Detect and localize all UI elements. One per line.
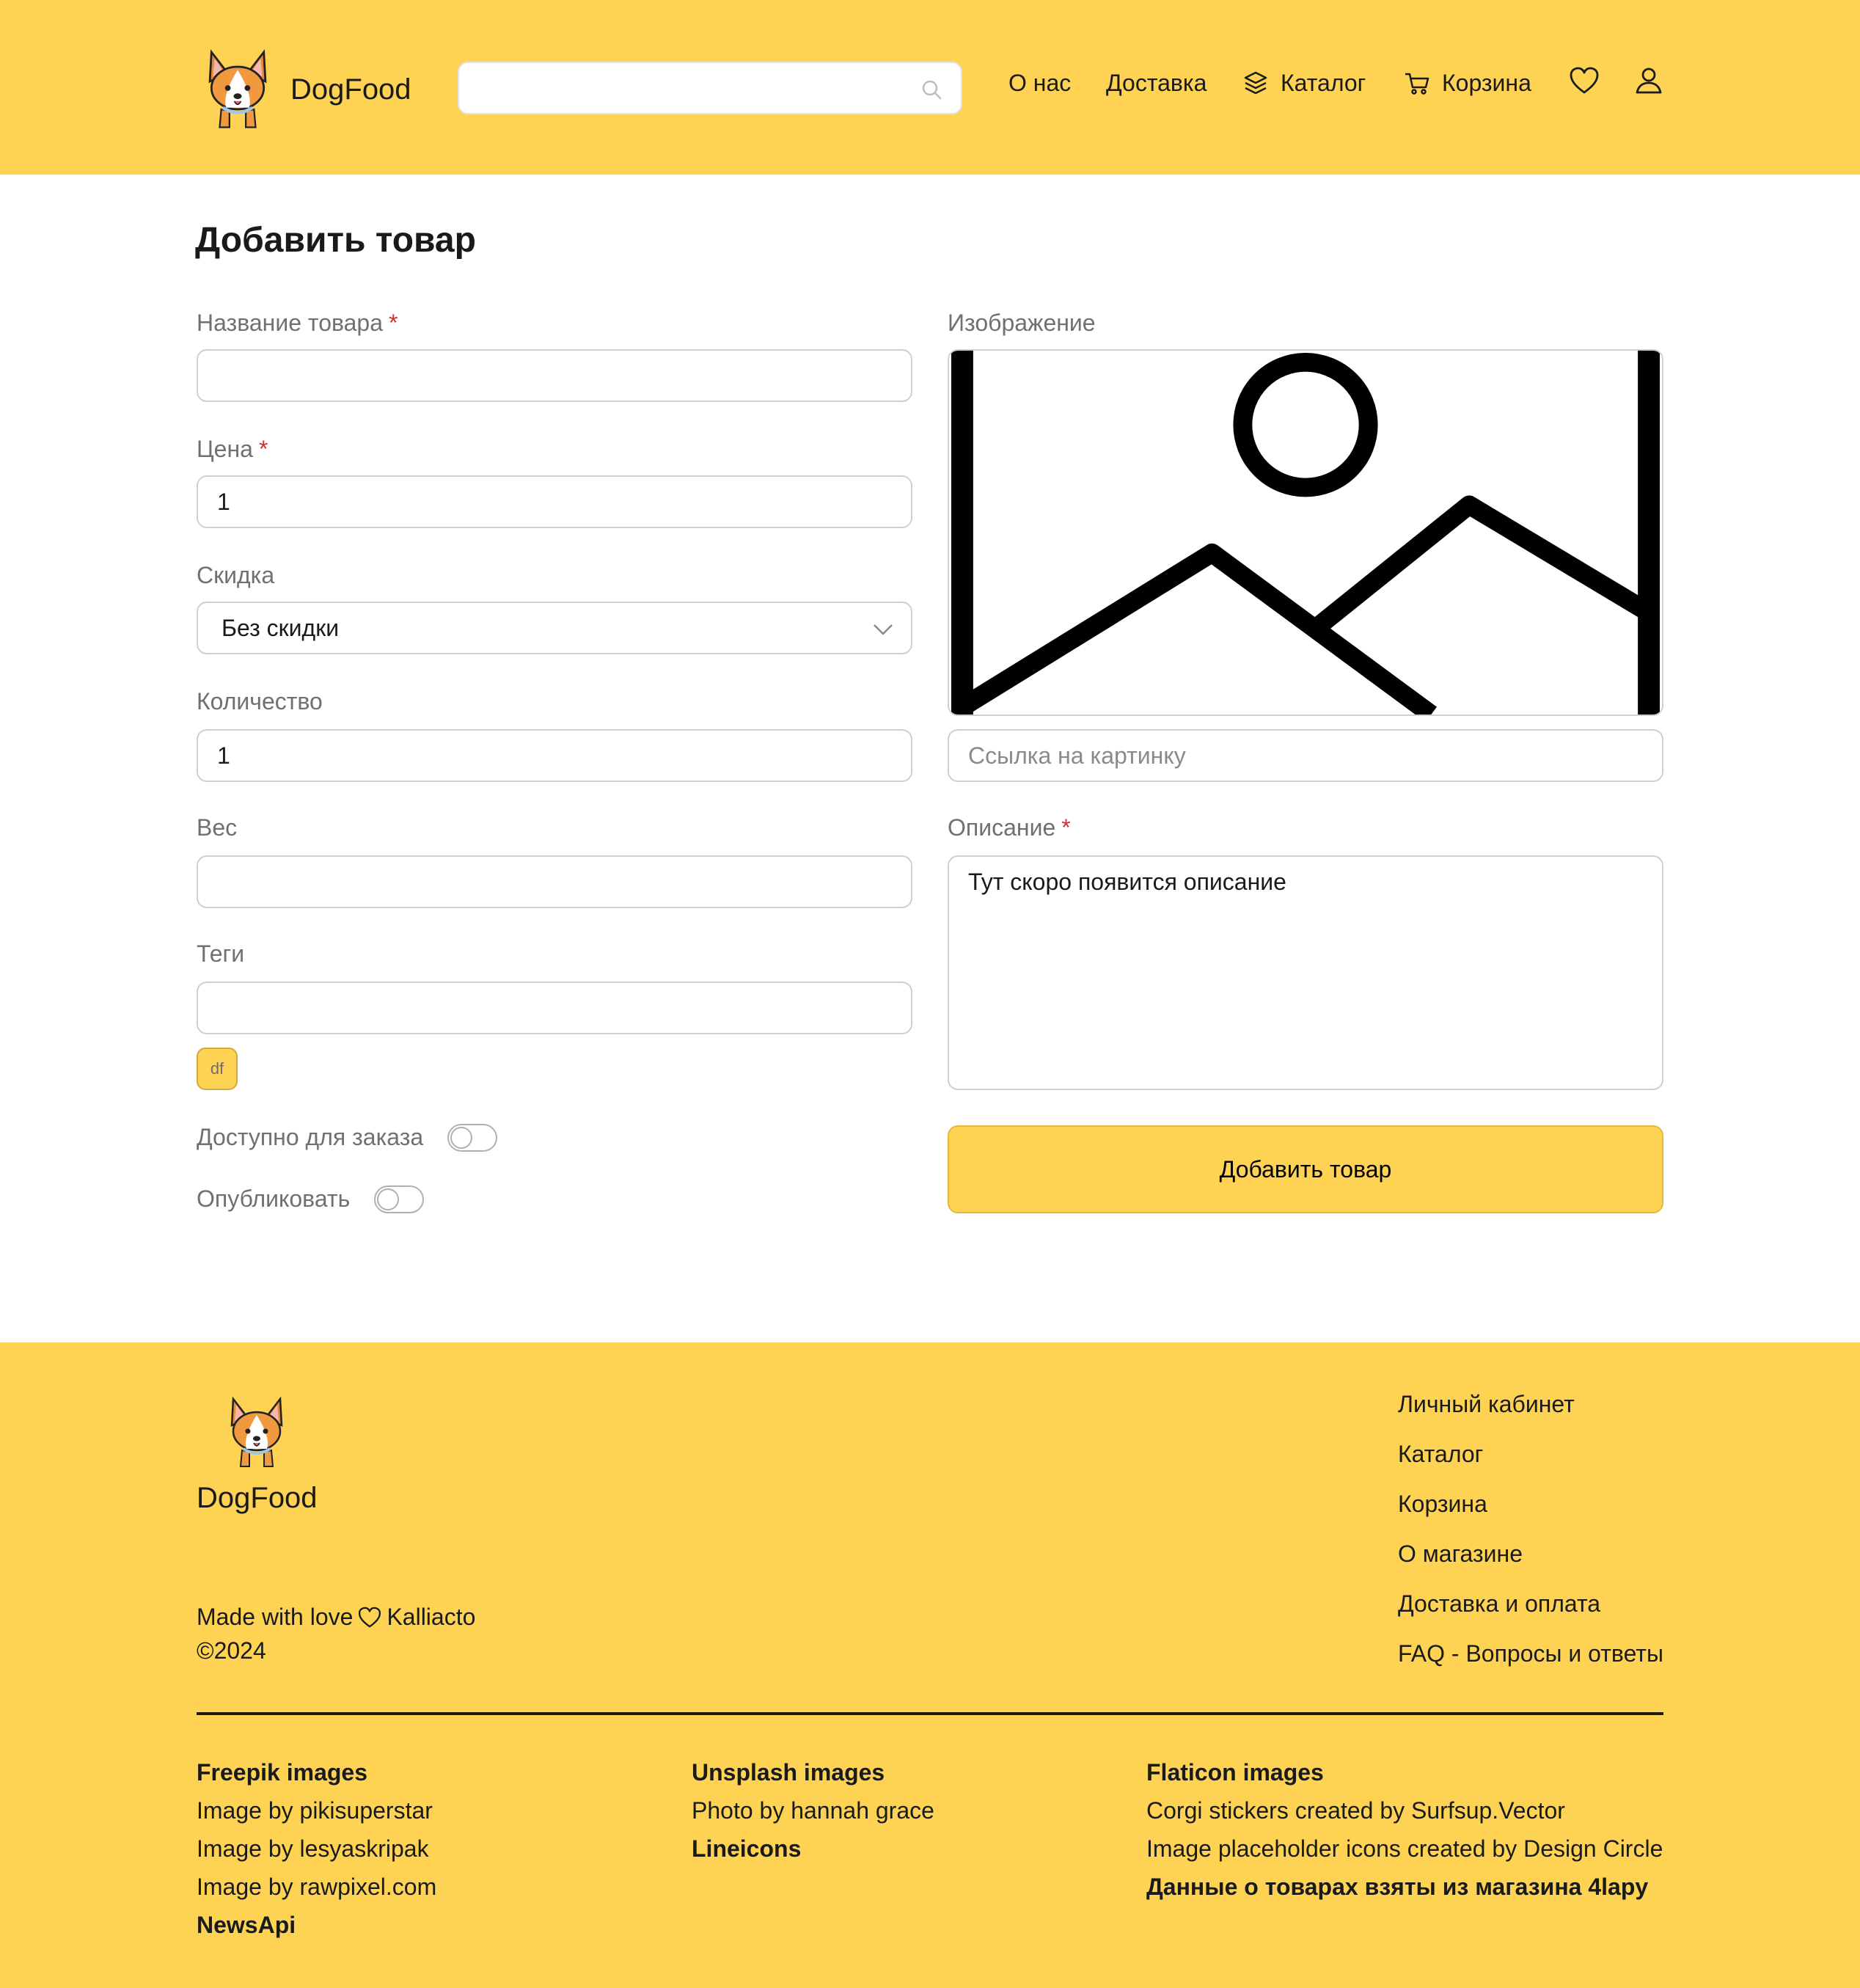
discount-select-value: Без скидки bbox=[221, 614, 340, 641]
price-label: Цена * bbox=[197, 436, 268, 463]
footer-link-cart[interactable]: Корзина bbox=[1398, 1486, 1663, 1536]
price-label-text: Цена bbox=[197, 436, 253, 462]
discount-label-text: Скидка bbox=[197, 562, 275, 588]
cart-icon bbox=[1405, 73, 1429, 95]
image-label: Изображение bbox=[948, 310, 1096, 337]
price-input-value: 1 bbox=[217, 488, 230, 515]
footer-link-faq[interactable]: FAQ - Вопросы и ответы bbox=[1398, 1636, 1663, 1686]
available-toggle-text: Доступно для заказа bbox=[197, 1124, 424, 1150]
page-title: Добавить товар bbox=[195, 221, 476, 260]
credits-extra[interactable]: Lineicons bbox=[692, 1834, 934, 1872]
credits-title[interactable]: Flaticon images bbox=[1146, 1758, 1663, 1796]
nav-about-label: О нас bbox=[1008, 69, 1072, 96]
nav-catalog-label: Каталог bbox=[1281, 69, 1366, 96]
quantity-input-value: 1 bbox=[217, 742, 230, 769]
tags-label-text: Теги bbox=[197, 940, 245, 967]
name-input[interactable] bbox=[197, 349, 912, 402]
description-label-text: Описание bbox=[948, 814, 1056, 841]
publish-toggle-label: Опубликовать bbox=[197, 1185, 350, 1213]
made-with-text: Made with love bbox=[197, 1604, 354, 1630]
required-mark: * bbox=[258, 436, 268, 462]
site-footer: DogFood Made with love Kalliacto ©2024 Л… bbox=[0, 1342, 1860, 1988]
layers-icon bbox=[1244, 71, 1267, 95]
quantity-label-text: Количество bbox=[197, 688, 323, 715]
toggle-knob bbox=[450, 1127, 472, 1149]
available-toggle[interactable] bbox=[447, 1124, 497, 1152]
tag-chip-label: df bbox=[210, 1059, 224, 1078]
corgi-logo-icon bbox=[197, 45, 279, 134]
description-textarea[interactable]: Тут скоро появится описание bbox=[948, 855, 1663, 1090]
tag-chip[interactable]: df bbox=[197, 1048, 238, 1090]
nav-cart-label: Корзина bbox=[1442, 69, 1531, 96]
credits-unsplash: Unsplash images Photo by hannah grace Li… bbox=[692, 1758, 934, 1872]
search-input[interactable] bbox=[458, 62, 962, 114]
chevron-down-icon bbox=[874, 624, 893, 635]
nav-cart-link[interactable]: Корзина bbox=[1402, 65, 1531, 101]
image-link-placeholder: Ссылка на картинку bbox=[968, 742, 1186, 769]
add-product-button[interactable]: Добавить товар bbox=[948, 1125, 1663, 1213]
name-label-text: Название товара bbox=[197, 310, 384, 336]
credits-title[interactable]: Unsplash images bbox=[692, 1758, 934, 1796]
weight-input[interactable] bbox=[197, 855, 912, 908]
nav-about-link[interactable]: О нас bbox=[1008, 65, 1071, 101]
nav-delivery-label: Доставка bbox=[1106, 69, 1207, 96]
credits-flaticon: Flaticon images Corgi stickers created b… bbox=[1146, 1758, 1663, 1910]
credit-item[interactable]: Image placeholder icons created by Desig… bbox=[1146, 1834, 1663, 1872]
tags-input[interactable] bbox=[197, 982, 912, 1034]
author-link[interactable]: Kalliacto bbox=[387, 1604, 475, 1631]
credit-item[interactable]: Image by lesyaskripak bbox=[197, 1834, 436, 1872]
footer-divider bbox=[197, 1712, 1663, 1715]
description-value: Тут скоро появится описание bbox=[968, 869, 1286, 895]
discount-label: Скидка bbox=[197, 562, 274, 589]
nav-catalog-link[interactable]: Каталог bbox=[1241, 65, 1366, 101]
footer-copyright: ©2024 bbox=[197, 1637, 266, 1664]
footer-link-about-shop[interactable]: О магазине bbox=[1398, 1536, 1663, 1586]
footer-link-delivery-payment[interactable]: Доставка и оплата bbox=[1398, 1586, 1663, 1636]
brand-name: DogFood bbox=[290, 73, 411, 106]
favorites-heart-icon[interactable] bbox=[1568, 65, 1600, 97]
credit-item[interactable]: Photo by hannah grace bbox=[692, 1796, 934, 1834]
heart-icon bbox=[359, 1607, 381, 1628]
footer-links: Личный кабинет Каталог Корзина О магазин… bbox=[1398, 1386, 1663, 1686]
required-mark: * bbox=[1061, 814, 1071, 841]
nav-delivery-link[interactable]: Доставка bbox=[1106, 65, 1207, 101]
search-icon[interactable] bbox=[920, 78, 943, 101]
credits-extra[interactable]: NewsApi bbox=[197, 1910, 436, 1948]
footer-link-account[interactable]: Личный кабинет bbox=[1398, 1386, 1663, 1436]
footer-brand: DogFood bbox=[197, 1482, 318, 1514]
image-label-text: Изображение bbox=[948, 310, 1096, 336]
credits-title[interactable]: Freepik images bbox=[197, 1758, 436, 1796]
footer-made-with: Made with love Kalliacto bbox=[197, 1604, 475, 1631]
credit-item[interactable]: Corgi stickers created by Surfsup.Vector bbox=[1146, 1796, 1663, 1834]
publish-toggle-text: Опубликовать bbox=[197, 1185, 351, 1212]
quantity-input[interactable]: 1 bbox=[197, 729, 912, 782]
credits-extra[interactable]: Данные о товарах взяты из магазина 4lapy bbox=[1146, 1872, 1663, 1910]
image-placeholder-icon bbox=[949, 351, 1662, 715]
publish-toggle[interactable] bbox=[374, 1185, 424, 1213]
quantity-label: Количество bbox=[197, 688, 323, 715]
tags-label: Теги bbox=[197, 940, 244, 968]
footer-link-catalog[interactable]: Каталог bbox=[1398, 1436, 1663, 1486]
user-icon[interactable] bbox=[1633, 65, 1665, 97]
discount-select[interactable]: Без скидки bbox=[197, 602, 912, 654]
name-label: Название товара * bbox=[197, 310, 398, 337]
description-label: Описание * bbox=[948, 814, 1071, 841]
site-header: DogFood О нас Доставка Каталог Корзина bbox=[0, 0, 1860, 175]
logo-link[interactable]: DogFood bbox=[197, 45, 411, 134]
price-input[interactable]: 1 bbox=[197, 475, 912, 528]
add-product-button-label: Добавить товар bbox=[1219, 1155, 1392, 1183]
credits-freepik: Freepik images Image by pikisuperstar Im… bbox=[197, 1758, 436, 1948]
weight-label-text: Вес bbox=[197, 814, 238, 841]
required-mark: * bbox=[389, 310, 398, 336]
credit-item[interactable]: Image by pikisuperstar bbox=[197, 1796, 436, 1834]
available-toggle-label: Доступно для заказа bbox=[197, 1124, 423, 1151]
credit-item[interactable]: Image by rawpixel.com bbox=[197, 1872, 436, 1910]
footer-corgi-logo-icon[interactable] bbox=[220, 1391, 293, 1472]
weight-label: Вес bbox=[197, 814, 237, 841]
toggle-knob bbox=[377, 1188, 399, 1210]
image-preview bbox=[948, 349, 1663, 716]
image-link-input[interactable]: Ссылка на картинку bbox=[948, 729, 1663, 782]
